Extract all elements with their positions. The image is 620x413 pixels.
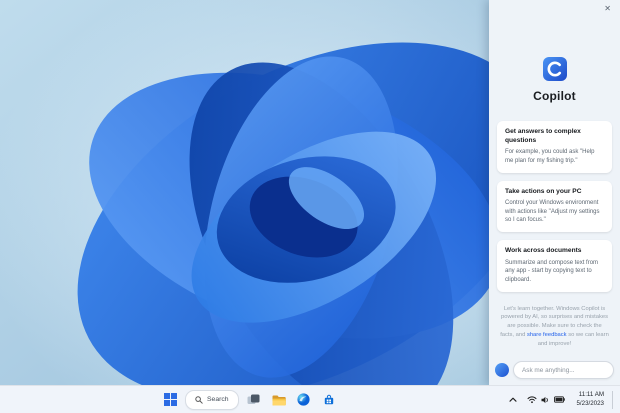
- copilot-panel: ✕ Copilot Get answers to complex questio…: [489, 0, 620, 386]
- file-explorer-button[interactable]: [269, 390, 289, 410]
- card-body: For example, you could ask "Help me plan…: [505, 148, 604, 165]
- clock-time: 11:11 AM: [576, 391, 604, 399]
- volume-icon: [541, 396, 550, 404]
- taskbar-center-group: Search: [160, 386, 339, 413]
- show-desktop-button[interactable]: [612, 391, 616, 409]
- battery-icon: [554, 396, 565, 403]
- start-button[interactable]: [160, 390, 180, 410]
- card-documents[interactable]: Work across documents Summarize and comp…: [497, 240, 612, 292]
- card-title: Work across documents: [505, 247, 604, 256]
- copilot-avatar-icon: [495, 363, 509, 377]
- copilot-logo-icon: [542, 56, 568, 82]
- copilot-title: Copilot: [533, 89, 576, 103]
- wifi-icon: [527, 395, 537, 404]
- search-icon: [195, 396, 203, 404]
- task-view-button[interactable]: [244, 390, 264, 410]
- copilot-header: Copilot: [489, 56, 620, 103]
- card-body: Control your Windows environment with ac…: [505, 199, 604, 225]
- edge-button[interactable]: [294, 390, 314, 410]
- card-title: Get answers to complex questions: [505, 128, 604, 145]
- suggestion-cards: Get answers to complex questions For exa…: [497, 121, 612, 292]
- tray-overflow-button[interactable]: [506, 390, 520, 410]
- clock-date: 5/23/2023: [576, 400, 604, 408]
- windows-logo-icon: [164, 393, 177, 406]
- search-box[interactable]: Search: [185, 390, 239, 410]
- edge-icon: [297, 393, 310, 406]
- network-volume-battery-button[interactable]: [524, 393, 568, 406]
- card-actions[interactable]: Take actions on your PC Control your Win…: [497, 181, 612, 233]
- microsoft-store-icon: [323, 394, 335, 406]
- copilot-input-row: [495, 361, 614, 379]
- card-answers[interactable]: Get answers to complex questions For exa…: [497, 121, 612, 173]
- share-feedback-link[interactable]: share feedback: [527, 332, 567, 338]
- system-tray: 11:11 AM 5/23/2023: [506, 386, 616, 413]
- clock[interactable]: 11:11 AM 5/23/2023: [572, 390, 608, 408]
- card-title: Take actions on your PC: [505, 188, 604, 197]
- taskbar: Search: [0, 385, 620, 413]
- card-body: Summarize and compose text from any app …: [505, 259, 604, 285]
- ai-disclaimer: Let's learn together. Windows Copilot is…: [500, 305, 609, 348]
- task-view-icon: [247, 393, 260, 406]
- chevron-up-icon: [509, 396, 517, 404]
- microsoft-store-button[interactable]: [319, 390, 339, 410]
- ask-me-anything-input[interactable]: [513, 361, 614, 379]
- search-label: Search: [207, 396, 229, 403]
- close-icon[interactable]: ✕: [600, 3, 615, 15]
- file-explorer-icon: [272, 394, 286, 406]
